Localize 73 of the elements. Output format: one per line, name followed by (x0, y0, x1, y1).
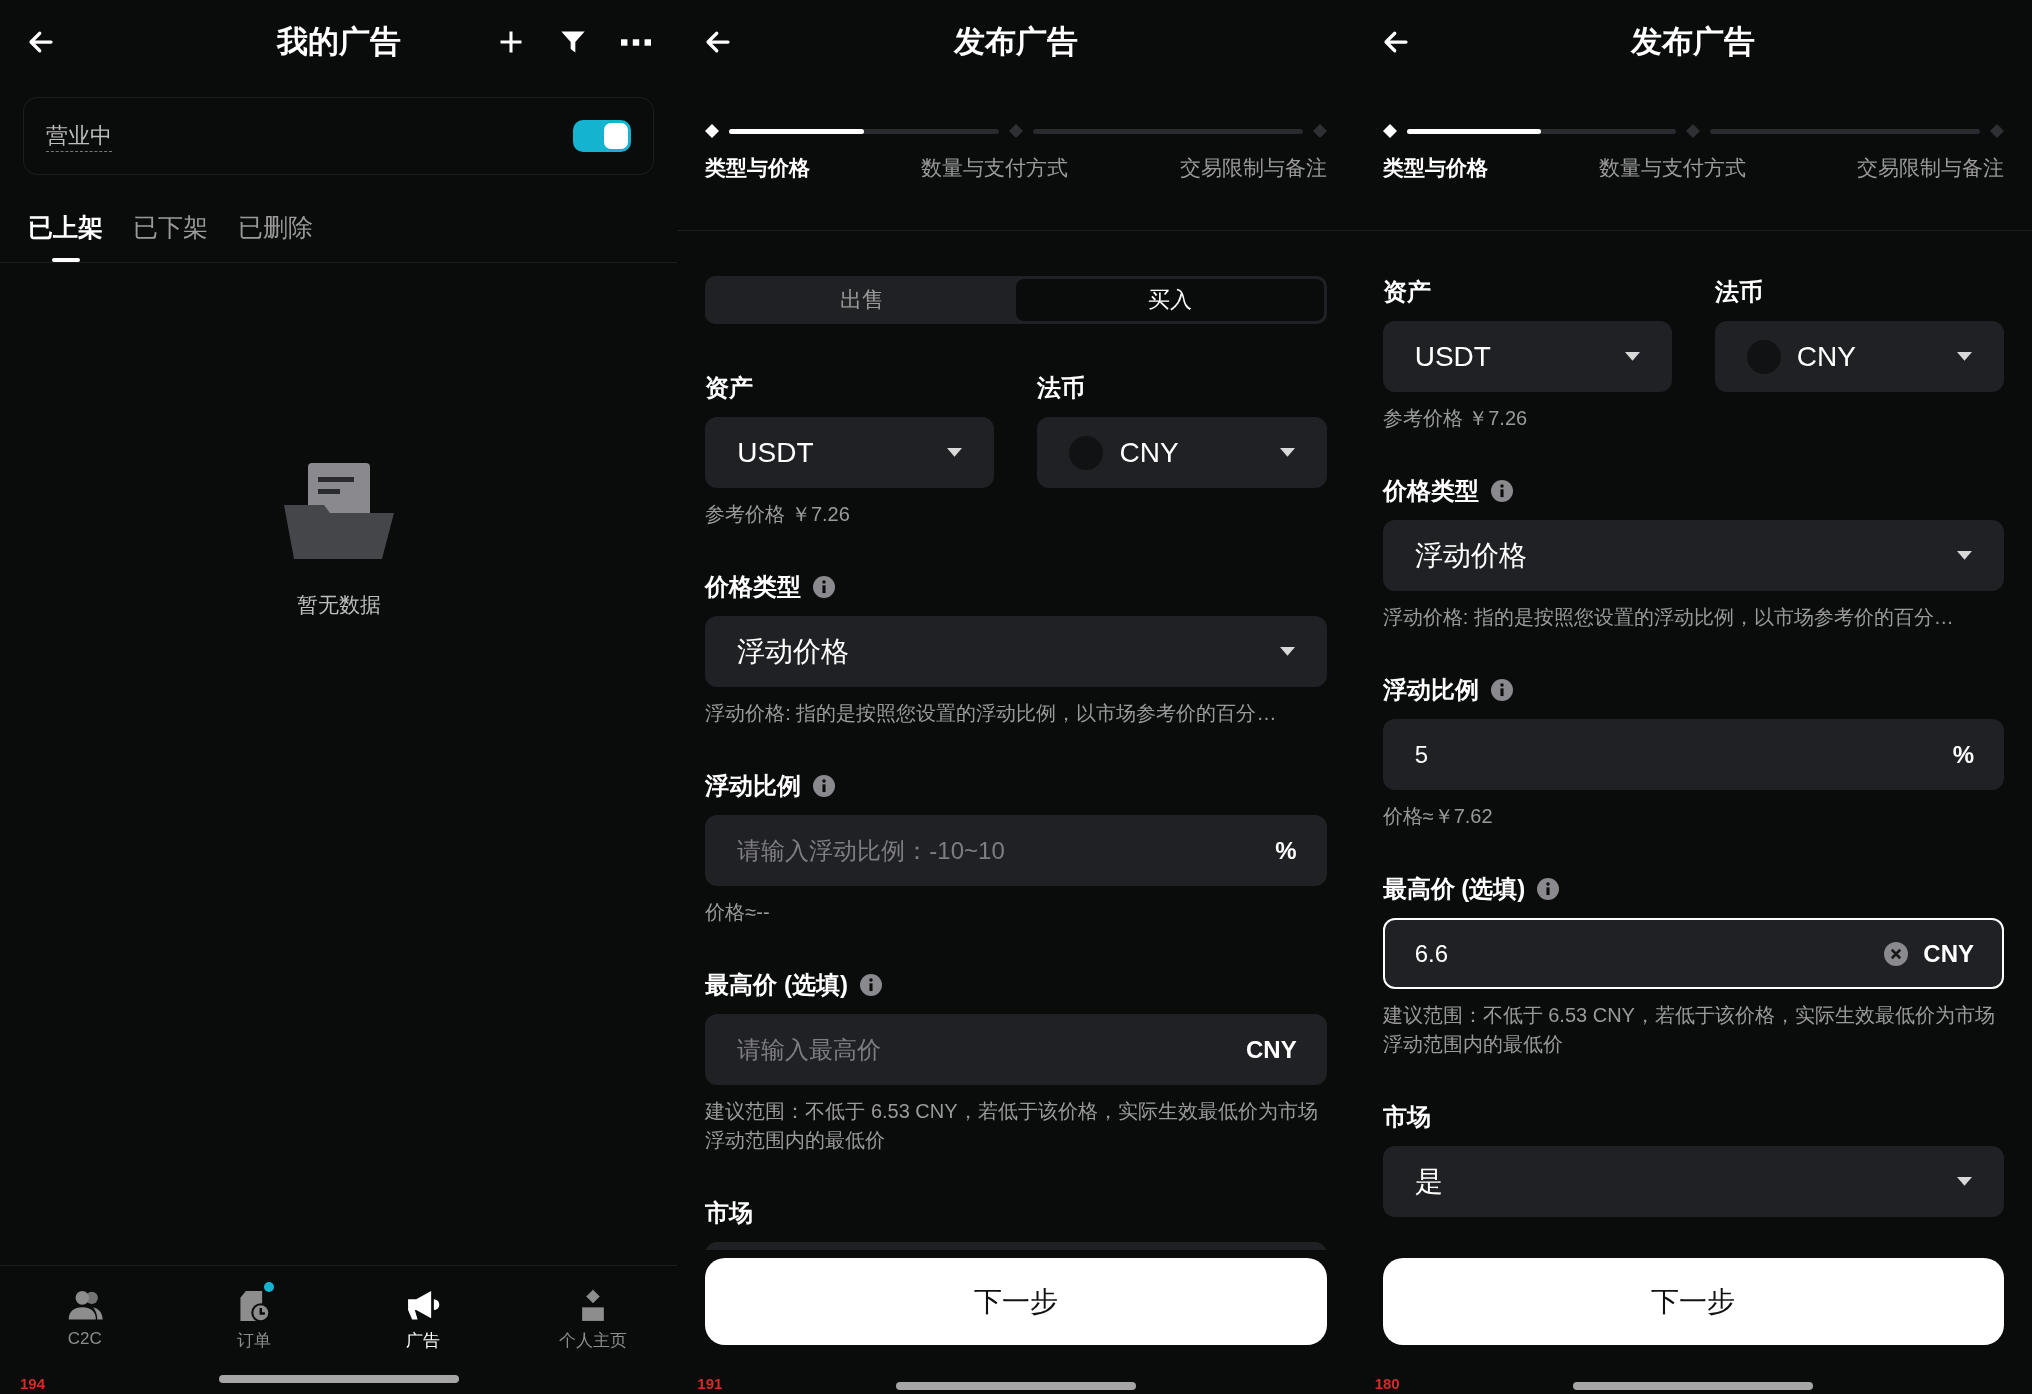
page-title: 发布广告 (954, 23, 1078, 61)
caret-icon (1279, 447, 1295, 458)
debug-number: 191 (697, 1375, 723, 1392)
info-icon[interactable] (813, 576, 836, 598)
next-button[interactable]: 下一步 (1382, 1258, 2004, 1345)
caret-icon (947, 447, 963, 458)
empty-message: 暂无数据 (296, 592, 381, 618)
page-title: 发布广告 (1631, 23, 1756, 61)
page-title: 我的广告 (276, 23, 401, 61)
select-field[interactable]: 是 (1382, 1146, 2004, 1217)
step-label[interactable]: 数量与支付方式 (921, 154, 1069, 182)
unit-label: CNY (1246, 1035, 1297, 1064)
caret-icon (1624, 351, 1640, 362)
nav-tab[interactable]: 个人主页 (508, 1286, 678, 1364)
side-option[interactable]: 买入 (1016, 279, 1324, 321)
helper-text: 浮动价格: 指的是按照您设置的浮动比例，以市场参考价的百分… (1382, 605, 1955, 630)
field-label: 市场 (705, 1198, 754, 1228)
next-button[interactable]: 下一步 (705, 1258, 1327, 1345)
info-icon[interactable] (1537, 878, 1560, 900)
select-field[interactable]: 浮动价格 (705, 616, 1327, 687)
side-option[interactable]: 出售 (708, 279, 1016, 321)
helper-text: 建议范围：不低于 6.53 CNY，若低于该价格，实际生效最低价为市场浮动范围内的最低价 (1382, 1003, 1996, 1057)
field-label: 浮动比例 (705, 771, 802, 801)
step-label[interactable]: 数量与支付方式 (1598, 154, 1746, 182)
nav-tab[interactable]: 订单 (169, 1286, 339, 1364)
caret-icon (1957, 550, 1972, 561)
field-label: 价格类型 (705, 572, 802, 602)
field-label: 最高价 (选填) (1382, 874, 1526, 904)
status-toggle[interactable] (573, 120, 632, 152)
field-label: 资产 (1382, 277, 1431, 307)
step-label[interactable]: 类型与价格 (1382, 154, 1488, 182)
tab[interactable]: 已删除 (238, 211, 313, 262)
more-icon[interactable] (621, 37, 652, 47)
field-label: 价格类型 (1382, 476, 1479, 506)
debug-number: 180 (1374, 1375, 1400, 1392)
unit-label: % (1952, 740, 1974, 769)
select-field[interactable]: 浮动价格 (1382, 520, 2004, 591)
helper-text: 价格≈￥7.62 (1382, 804, 1494, 829)
step-label[interactable]: 类型与价格 (705, 154, 811, 182)
unit-label: CNY (1923, 939, 1974, 968)
field-label: 法币 (1714, 277, 1763, 307)
helper-text: 浮动价格: 指的是按照您设置的浮动比例，以市场参考价的百分… (705, 701, 1278, 726)
nav-tab[interactable]: 广告 (338, 1286, 508, 1364)
caret-icon (1957, 1176, 1972, 1187)
select-field[interactable]: USDT (1382, 321, 1672, 392)
select-field[interactable]: USDT (705, 417, 995, 488)
helper-text: 价格≈-- (705, 900, 771, 925)
helper-text: 参考价格 ￥7.26 (1382, 406, 1529, 431)
debug-number: 194 (20, 1375, 46, 1392)
field-label: 法币 (1037, 373, 1086, 403)
field-label: 市场 (1382, 1102, 1431, 1132)
helper-text: 参考价格 ￥7.26 (705, 502, 851, 527)
field-label: 最高价 (选填) (705, 970, 848, 1000)
info-icon[interactable] (1490, 679, 1513, 701)
tab[interactable]: 已下架 (133, 211, 208, 262)
unit-label: % (1275, 836, 1297, 865)
clear-icon[interactable] (1884, 941, 1908, 966)
info-icon[interactable] (813, 775, 836, 797)
helper-text: 建议范围：不低于 6.53 CNY，若低于该价格，实际生效最低价为市场浮动范围内的最低价 (705, 1099, 1319, 1153)
status-label: 营业中 (46, 120, 112, 152)
field-label: 浮动比例 (1382, 675, 1479, 705)
select-field[interactable]: CNY (1714, 321, 2004, 392)
empty-folder-icon (282, 463, 395, 559)
step-label[interactable]: 交易限制与备注 (1856, 154, 2004, 182)
info-icon[interactable] (860, 974, 882, 996)
tab[interactable]: 已上架 (28, 211, 103, 262)
caret-icon (1279, 646, 1295, 657)
select-field[interactable]: CNY (1037, 417, 1327, 488)
step-label[interactable]: 交易限制与备注 (1179, 154, 1327, 182)
info-icon[interactable] (1490, 480, 1513, 502)
field-label: 资产 (705, 373, 754, 403)
caret-icon (1957, 351, 1972, 362)
nav-tab[interactable]: C2C (0, 1286, 170, 1364)
